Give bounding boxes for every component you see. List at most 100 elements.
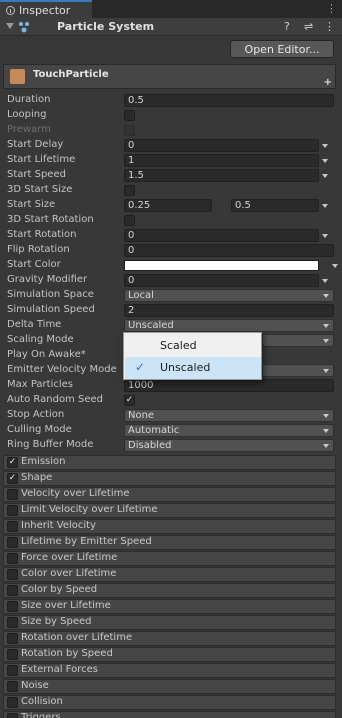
emitter-velocity-mode-dropdown[interactable] [262,364,334,377]
tab-bar: Inspector ⋮ [0,0,342,18]
module-row[interactable]: Color over Lifetime [3,567,336,582]
module-enabled-checkbox[interactable] [7,553,18,564]
prop-label: Simulation Speed [7,304,95,315]
culling-mode-dropdown[interactable]: Automatic [124,424,334,437]
start-size-max-field[interactable]: 0.5 [231,199,319,212]
dropdown-value: None [128,410,155,421]
help-icon[interactable]: ? [284,20,290,33]
module-row[interactable]: Rotation by Speed [3,647,336,662]
module-enabled-checkbox[interactable] [7,665,18,676]
component-header[interactable]: Particle System ? ⇌ ⋮ [0,18,342,36]
module-row[interactable]: ✓ Shape [3,471,336,486]
auto-random-seed-checkbox[interactable]: ✓ [124,395,135,406]
start-delay-field[interactable]: 0 [124,139,319,152]
module-enabled-checkbox[interactable] [7,569,18,580]
module-label: Emission [21,456,66,467]
prop-looping: Looping [0,108,342,123]
delta-time-popup-menu: Scaled ✓ Unscaled [123,332,262,380]
module-row[interactable]: Rotation over Lifetime [3,631,336,646]
prop-label: Max Particles [7,379,74,390]
scaling-mode-dropdown[interactable] [262,334,334,347]
prop-label: Flip Rotation [7,244,70,255]
gravity-modifier-field[interactable]: 0 [124,274,319,287]
context-menu-icon[interactable]: ⋮ [324,20,335,33]
module-row[interactable]: Force over Lifetime [3,551,336,566]
module-enabled-checkbox[interactable] [7,617,18,628]
module-row[interactable]: External Forces [3,663,336,678]
3d-start-size-checkbox[interactable] [124,185,135,196]
chevron-down-icon[interactable] [322,144,328,148]
start-color-swatch[interactable] [124,260,319,271]
dropdown-value: Unscaled [128,320,174,331]
module-row[interactable]: Collision [3,695,336,710]
stop-action-dropdown[interactable]: None [124,409,334,422]
3d-start-rotation-checkbox[interactable] [124,215,135,226]
start-speed-field[interactable]: 1.5 [124,169,319,182]
module-enabled-checkbox[interactable] [7,505,18,516]
chevron-down-icon[interactable] [322,234,328,238]
chevron-down-icon [323,444,329,448]
module-enabled-checkbox[interactable] [7,585,18,596]
start-size-min-field[interactable]: 0.25 [124,199,212,212]
looping-checkbox[interactable] [124,110,135,121]
chevron-down-icon[interactable] [322,159,328,163]
module-row[interactable]: Noise [3,679,336,694]
open-editor-button[interactable]: Open Editor... [230,40,334,58]
particle-system-icon [19,22,29,33]
dropdown-value: Automatic [128,425,180,436]
prop-label: Stop Action [7,409,65,420]
module-enabled-checkbox[interactable] [7,633,18,644]
preset-sliders-icon[interactable]: ⇌ [304,20,313,33]
prop-label: Emitter Velocity Mode [7,364,117,375]
ring-buffer-mode-dropdown[interactable]: Disabled [124,439,334,452]
start-rotation-field[interactable]: 0 [124,229,319,242]
flip-rotation-field[interactable]: 0 [124,244,334,257]
simulation-space-dropdown[interactable]: Local [124,289,334,302]
module-label: Limit Velocity over Lifetime [21,504,158,515]
foldout-arrow-icon[interactable] [6,23,14,29]
module-row[interactable]: Size by Speed [3,615,336,630]
module-row[interactable]: Triggers [3,711,336,718]
module-row[interactable]: Color by Speed [3,583,336,598]
tab-inspector[interactable]: Inspector [0,0,92,18]
prop-label: Start Color [7,259,61,270]
particle-asset-icon [10,69,25,84]
module-enabled-checkbox[interactable] [7,537,18,548]
chevron-down-icon[interactable] [322,174,328,178]
module-row[interactable]: Size over Lifetime [3,599,336,614]
module-enabled-checkbox[interactable] [7,521,18,532]
chevron-down-icon[interactable] [322,204,328,208]
add-icon[interactable]: + [324,77,332,88]
module-enabled-checkbox[interactable] [7,489,18,500]
kebab-menu-icon[interactable]: ⋮ [326,2,337,15]
prop-culling-mode: Culling Mode Automatic [0,423,342,438]
prop-flip-rotation: Flip Rotation 0 [0,243,342,258]
start-lifetime-field[interactable]: 1 [124,154,319,167]
module-row[interactable]: ✓ Emission [3,455,336,470]
duration-field[interactable]: 0.5 [124,94,334,107]
module-enabled-checkbox[interactable] [7,713,18,718]
module-row[interactable]: Limit Velocity over Lifetime [3,503,336,518]
chevron-down-icon[interactable] [332,264,338,268]
module-enabled-checkbox[interactable]: ✓ [7,457,18,468]
module-row[interactable]: Velocity over Lifetime [3,487,336,502]
module-label: Size by Speed [21,616,92,627]
particle-system-header[interactable]: TouchParticle + [3,64,336,89]
module-enabled-checkbox[interactable] [7,681,18,692]
prop-start-speed: Start Speed 1.5 [0,168,342,183]
popup-option-unscaled[interactable]: ✓ Unscaled [125,357,261,379]
popup-option-scaled[interactable]: Scaled [125,335,261,357]
module-row[interactable]: Inherit Velocity [3,519,336,534]
prop-start-color: Start Color [0,258,342,273]
module-row[interactable]: Lifetime by Emitter Speed [3,535,336,550]
module-enabled-checkbox[interactable] [7,649,18,660]
prop-start-rotation: Start Rotation 0 [0,228,342,243]
simulation-speed-field[interactable]: 2 [124,304,334,317]
module-enabled-checkbox[interactable]: ✓ [7,473,18,484]
max-particles-field[interactable]: 1000 [124,379,334,392]
module-enabled-checkbox[interactable] [7,697,18,708]
delta-time-dropdown[interactable]: Unscaled [124,319,334,332]
module-enabled-checkbox[interactable] [7,601,18,612]
module-label: Rotation by Speed [21,648,113,659]
chevron-down-icon[interactable] [322,279,328,283]
